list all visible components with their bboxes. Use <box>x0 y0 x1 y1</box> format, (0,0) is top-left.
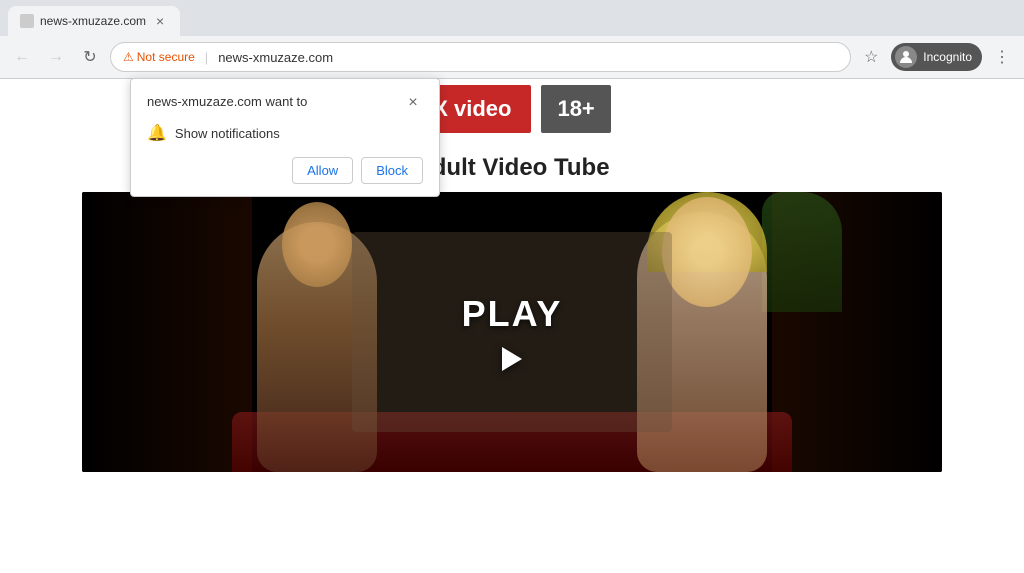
back-button[interactable]: ← <box>8 43 36 71</box>
browser-chrome: news-xmuzaze.com × ← → ↻ ⚠ Not secure | … <box>0 0 1024 79</box>
security-warning-icon: ⚠ Not secure <box>123 50 195 64</box>
address-bar[interactable]: ⚠ Not secure | news-xmuzaze.com <box>110 42 851 72</box>
popup-header: news-xmuzaze.com want to × <box>147 93 423 113</box>
star-icon: ☆ <box>864 47 878 67</box>
forward-button[interactable]: → <box>42 43 70 71</box>
bookmark-button[interactable]: ☆ <box>857 43 885 71</box>
notification-popup: news-xmuzaze.com want to × 🔔 Show notifi… <box>130 78 440 197</box>
popup-actions: Allow Block <box>147 157 423 184</box>
allow-button[interactable]: Allow <box>292 157 353 184</box>
block-button[interactable]: Block <box>361 157 423 184</box>
popup-title: news-xmuzaze.com want to <box>147 93 307 111</box>
video-player[interactable]: PLAY <box>82 192 942 472</box>
notification-item-label: Show notifications <box>175 126 280 141</box>
video-left-darkness <box>82 192 252 472</box>
menu-icon: ⋮ <box>994 47 1010 67</box>
bell-icon: 🔔 <box>147 123 167 143</box>
incognito-avatar <box>895 46 917 68</box>
popup-close-button[interactable]: × <box>403 93 423 113</box>
video-head-left <box>282 202 352 287</box>
video-head-right <box>662 197 752 307</box>
play-label: PLAY <box>462 293 563 335</box>
incognito-label: Incognito <box>923 50 972 64</box>
active-tab[interactable]: news-xmuzaze.com × <box>8 6 180 36</box>
url-display: news-xmuzaze.com <box>218 50 333 65</box>
play-overlay[interactable]: PLAY <box>352 232 672 432</box>
tab-close-button[interactable]: × <box>152 13 168 29</box>
video-plant <box>762 192 842 312</box>
play-button-area[interactable]: PLAY <box>462 293 563 371</box>
tab-bar: news-xmuzaze.com × <box>0 0 1024 36</box>
menu-button[interactable]: ⋮ <box>988 43 1016 71</box>
popup-notification-row: 🔔 Show notifications <box>147 123 423 143</box>
age-badge: 18+ <box>541 85 610 133</box>
tab-label: news-xmuzaze.com <box>40 14 146 28</box>
security-label: Not secure <box>137 50 195 64</box>
refresh-button[interactable]: ↻ <box>76 43 104 71</box>
address-bar-row: ← → ↻ ⚠ Not secure | news-xmuzaze.com ☆ … <box>0 36 1024 78</box>
play-triangle-icon <box>502 347 522 371</box>
incognito-badge[interactable]: Incognito <box>891 43 982 71</box>
tab-favicon <box>20 14 34 28</box>
